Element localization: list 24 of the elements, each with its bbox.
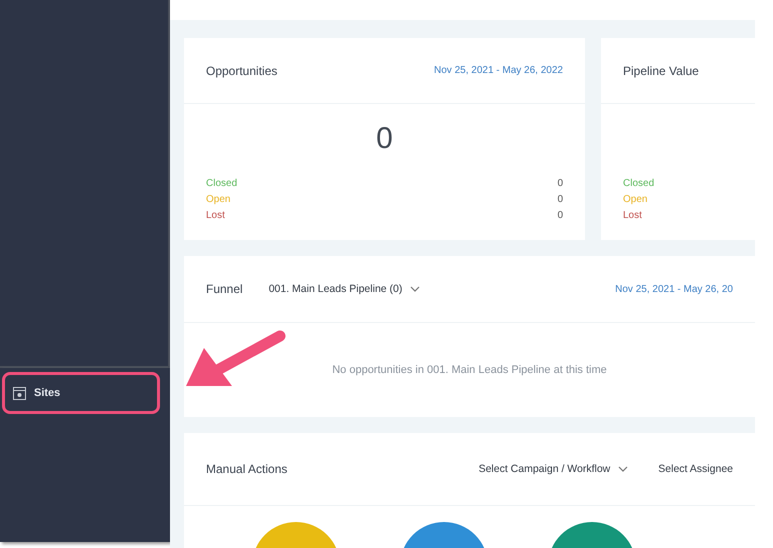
card-title: Funnel <box>206 282 243 296</box>
chevron-down-icon <box>410 286 420 292</box>
total-count: 0 <box>376 122 393 155</box>
status-label: Open <box>623 193 648 207</box>
pipeline-select[interactable]: 001. Main Leads Pipeline (0) <box>268 283 420 295</box>
empty-message: No opportunities in 001. Main Leads Pipeline at this time <box>332 364 607 376</box>
card-title: Manual Actions <box>206 462 288 476</box>
status-count: 0 <box>557 193 563 207</box>
campaign-select[interactable]: Select Campaign / Workflow <box>478 463 628 475</box>
chevron-down-icon <box>618 466 628 472</box>
status-label: Lost <box>623 209 642 223</box>
assignee-select[interactable]: Select Assignee <box>658 463 733 475</box>
card-title: Opportunities <box>206 64 278 78</box>
status-count: 0 <box>557 209 563 223</box>
status-label: Lost <box>206 209 225 223</box>
browser-window-icon <box>13 386 26 400</box>
status-label: Closed <box>623 177 654 191</box>
card-title: Pipeline Value <box>623 64 699 78</box>
status-label: Open <box>206 193 230 207</box>
date-range[interactable]: Nov 25, 2021 - May 26, 20 <box>615 284 733 294</box>
date-range[interactable]: Nov 25, 2021 - May 26, 2022 <box>434 65 563 76</box>
status-label: Closed <box>206 177 238 191</box>
sidebar-item[interactable]: Sites <box>2 372 160 414</box>
status-count: 0 <box>557 177 563 191</box>
